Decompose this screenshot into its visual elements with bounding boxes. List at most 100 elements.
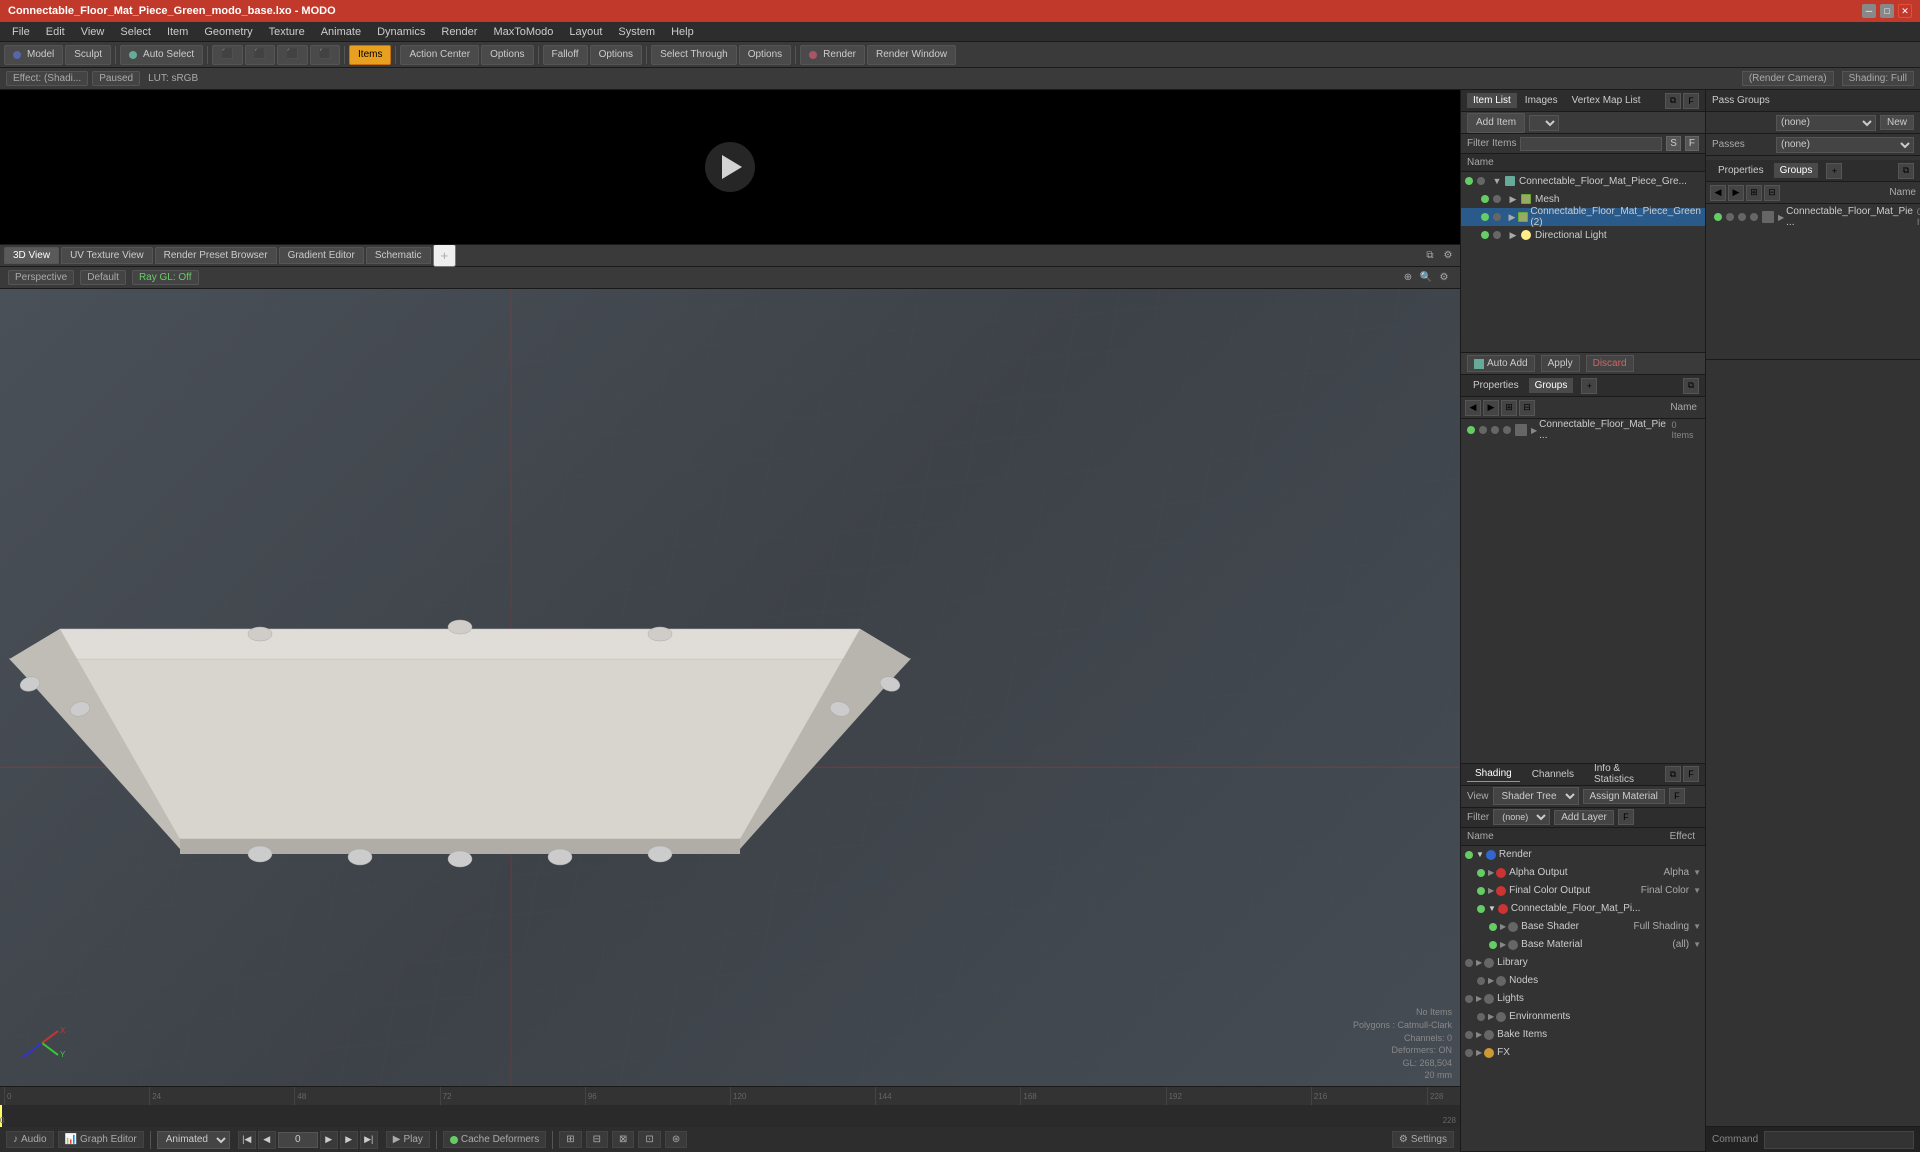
tab-gradient-editor[interactable]: Gradient Editor [279, 247, 364, 264]
play-button[interactable] [705, 142, 755, 192]
toolbar-btn-2[interactable]: ⬛ [245, 45, 275, 65]
shading-filter-dropdown[interactable]: (none) [1493, 809, 1550, 825]
items-button[interactable]: Items [349, 45, 391, 65]
shader-tree-dropdown[interactable]: Shader Tree [1493, 787, 1579, 805]
light-expand[interactable]: ▶ [1507, 229, 1519, 241]
shader-environments[interactable]: ▶ Environments [1461, 1008, 1705, 1026]
menu-edit[interactable]: Edit [38, 24, 73, 40]
fx-expand[interactable]: ▶ [1476, 1048, 1482, 1057]
command-input[interactable] [1764, 1131, 1914, 1149]
shader-fx[interactable]: ▶ FX [1461, 1044, 1705, 1062]
base-mat-expand[interactable]: ▶ [1500, 940, 1506, 949]
vp-icon-reset[interactable]: ⊕ [1400, 270, 1416, 286]
shading-settings-btn[interactable]: F [1683, 766, 1699, 782]
current-frame-input[interactable] [278, 1132, 318, 1148]
add-group-button[interactable]: + [1581, 378, 1597, 394]
pass-groups-dropdown[interactable]: (none) [1776, 115, 1876, 131]
far-back-btn[interactable]: ◀ [1710, 185, 1726, 201]
shader-conn-mat[interactable]: ▼ Connectable_Floor_Mat_Pi... [1461, 900, 1705, 918]
groups-tab[interactable]: Groups [1529, 378, 1574, 393]
assign-material-f-btn[interactable]: F [1669, 788, 1685, 804]
final-expand[interactable]: ▶ [1488, 886, 1494, 895]
props-expand-btn[interactable]: ⧉ [1683, 378, 1699, 394]
add-item-dropdown[interactable] [1529, 115, 1559, 131]
tab-uv-texture[interactable]: UV Texture View [61, 247, 153, 264]
passes-dropdown[interactable]: (none) [1776, 137, 1914, 153]
add-item-button[interactable]: Add Item [1467, 113, 1525, 133]
graph-editor-button[interactable]: 📊 Graph Editor [58, 1131, 144, 1148]
shader-bake[interactable]: ▶ Bake Items [1461, 1026, 1705, 1044]
auto-select-button[interactable]: Auto Select [120, 45, 203, 65]
menu-select[interactable]: Select [112, 24, 159, 40]
mesh-expand[interactable]: ▶ [1507, 211, 1517, 223]
tab-render-preset[interactable]: Render Preset Browser [155, 247, 277, 264]
tree-item-mesh[interactable]: ▶ Connectable_Floor_Mat_Piece_Green (2) [1461, 208, 1705, 226]
timeline-track[interactable]: 0 228 [0, 1105, 1460, 1127]
menu-layout[interactable]: Layout [561, 24, 610, 40]
base-shader-expand[interactable]: ▶ [1500, 922, 1506, 931]
prev-keyframe-button[interactable]: |◀ [238, 1131, 256, 1149]
far-props-tab[interactable]: Properties [1712, 163, 1770, 178]
menu-file[interactable]: File [4, 24, 38, 40]
auto-add-button[interactable]: Auto Add [1467, 355, 1535, 372]
alpha-arrow[interactable]: ▼ [1693, 868, 1701, 877]
item-list-tab[interactable]: Item List [1467, 93, 1517, 108]
render-expand[interactable]: ▼ [1476, 850, 1484, 859]
far-group-expand[interactable]: ▶ [1778, 213, 1784, 222]
cache-deformers-button[interactable]: Cache Deformers [443, 1131, 546, 1148]
group-expand-arrow[interactable]: ▶ [1531, 426, 1537, 435]
menu-texture[interactable]: Texture [261, 24, 313, 40]
play-pause-button[interactable]: ▶ [320, 1131, 338, 1149]
playback-icon-3[interactable]: ⊠ [612, 1131, 634, 1148]
shader-library[interactable]: ▶ Library [1461, 954, 1705, 972]
add-layer-button[interactable]: Add Layer [1554, 810, 1614, 825]
shading-expand-btn[interactable]: ⧉ [1665, 766, 1681, 782]
final-arrow[interactable]: ▼ [1693, 886, 1701, 895]
select-through-button[interactable]: Select Through [651, 45, 737, 65]
menu-system[interactable]: System [610, 24, 663, 40]
add-layer-f-btn[interactable]: F [1618, 809, 1634, 825]
tab-3d-view[interactable]: 3D View [4, 247, 59, 264]
playback-icon-4[interactable]: ⊡ [638, 1131, 660, 1148]
shader-lights[interactable]: ▶ Lights [1461, 990, 1705, 1008]
info-stats-tab[interactable]: Info & Statistics [1586, 764, 1661, 788]
toolbar-btn-1[interactable]: ⬛ [212, 45, 242, 65]
sculpt-mode-button[interactable]: Sculpt [65, 45, 111, 65]
new-pass-group-button[interactable]: New [1880, 115, 1914, 130]
prev-frame-button[interactable]: ◀ [258, 1131, 276, 1149]
menu-render[interactable]: Render [433, 24, 485, 40]
shader-render[interactable]: ▼ Render [1461, 846, 1705, 864]
filter-s-button[interactable]: S [1666, 136, 1681, 151]
filter-items-input[interactable] [1520, 137, 1662, 151]
playback-icon-1[interactable]: ⊞ [559, 1131, 581, 1148]
falloff-button[interactable]: Falloff [543, 45, 588, 65]
base-shader-arrow[interactable]: ▼ [1693, 922, 1701, 931]
base-mat-arrow[interactable]: ▼ [1693, 940, 1701, 949]
far-groups-tab[interactable]: Groups [1774, 163, 1819, 178]
root-expand-arrow[interactable]: ▼ [1491, 175, 1503, 187]
shader-alpha-output[interactable]: ▶ Alpha Output Alpha ▼ [1461, 864, 1705, 882]
vp-icon-search[interactable]: 🔍 [1418, 270, 1434, 286]
lights-expand[interactable]: ▶ [1476, 994, 1482, 1003]
assign-material-button[interactable]: Assign Material [1583, 789, 1665, 804]
far-group-row[interactable]: ▶ Connectable_Floor_Mat_Pie ... 0 Items [1710, 206, 1916, 228]
conn-expand[interactable]: ▼ [1488, 904, 1496, 913]
menu-item[interactable]: Item [159, 24, 196, 40]
add-tab-button[interactable]: + [433, 244, 457, 267]
props-expand-all[interactable]: ⊞ [1501, 400, 1517, 416]
next-frame-button[interactable]: ▶ [340, 1131, 358, 1149]
perspective-button[interactable]: Perspective [8, 270, 74, 285]
viewport[interactable]: Perspective Default Ray GL: Off ⊕ 🔍 ⚙ [0, 267, 1460, 1086]
options2-button[interactable]: Options [590, 45, 642, 65]
tree-item-root[interactable]: ▼ Connectable_Floor_Mat_Piece_Gre... [1461, 172, 1705, 190]
props-collapse-all[interactable]: ⊟ [1519, 400, 1535, 416]
shader-nodes[interactable]: ▶ Nodes [1461, 972, 1705, 990]
maximize-button[interactable]: □ [1880, 4, 1894, 18]
tab-schematic[interactable]: Schematic [366, 247, 431, 264]
options1-button[interactable]: Options [481, 45, 533, 65]
shader-base-material[interactable]: ▶ Base Material (all) ▼ [1461, 936, 1705, 954]
images-tab[interactable]: Images [1519, 93, 1564, 108]
filter-f-button[interactable]: F [1685, 136, 1699, 151]
default-button[interactable]: Default [80, 270, 126, 285]
menu-geometry[interactable]: Geometry [196, 24, 260, 40]
